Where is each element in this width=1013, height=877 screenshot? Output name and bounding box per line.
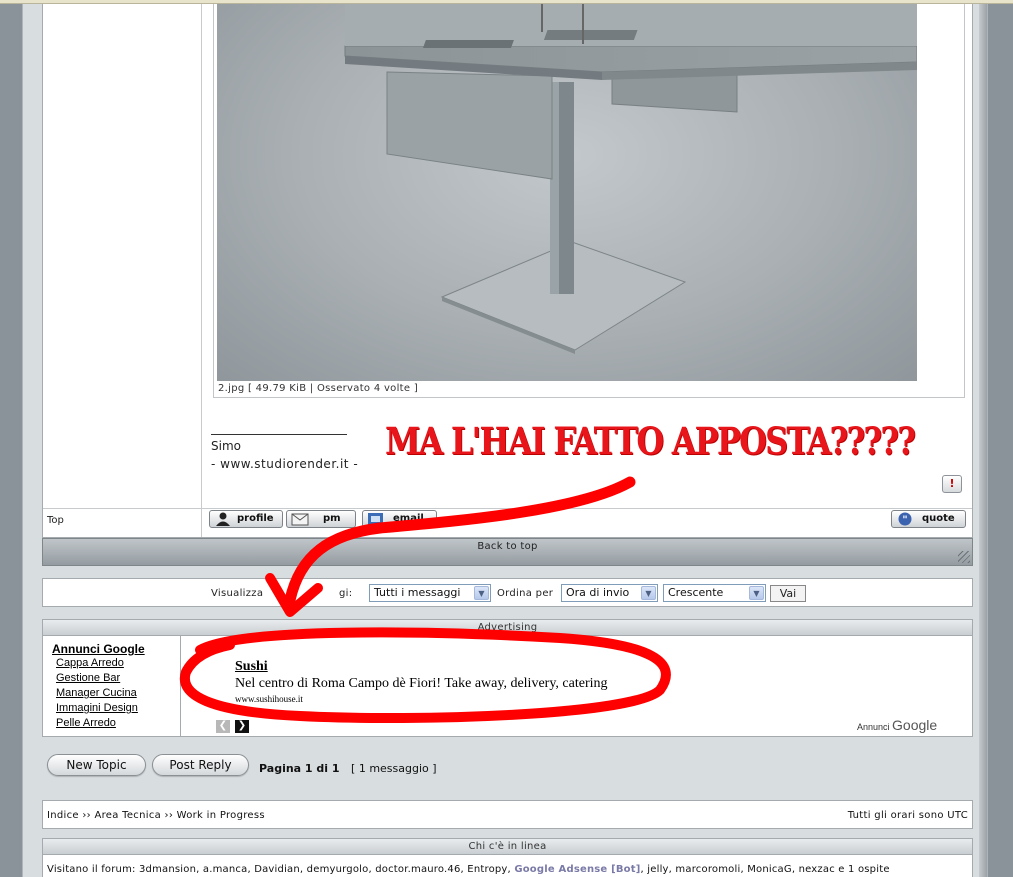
advertising-panel: Advertising Annunci Google Cappa Arredo … xyxy=(42,619,973,737)
ad-link[interactable]: Immagini Design xyxy=(56,701,180,716)
sort-options-bar: Visualizza gi: Tutti i messaggi ▼ Ordina… xyxy=(42,578,973,607)
post-reply-button[interactable]: Post Reply xyxy=(152,754,249,776)
order-select-value: Ora di invio xyxy=(566,586,630,599)
report-post-button[interactable]: ! xyxy=(942,475,962,493)
back-to-top-link[interactable]: Back to top xyxy=(477,541,537,552)
ad-link[interactable]: Gestione Bar xyxy=(56,671,180,686)
pm-button-label: pm xyxy=(323,513,341,524)
annotation-text: MA L'HAI FATTO APPOSTA????? xyxy=(385,419,916,463)
breadcrumb-item-index[interactable]: Indice xyxy=(47,810,79,821)
advertising-header: Advertising xyxy=(43,620,972,636)
order-select[interactable]: Ora di invio ▼ xyxy=(561,584,658,602)
ad-description: Nel centro di Roma Campo dè Fiori! Take … xyxy=(235,676,608,691)
user-icon xyxy=(216,512,230,526)
ad-brand-prefix: Annunci xyxy=(857,722,890,732)
ad-title-link[interactable]: Sushi xyxy=(235,659,268,675)
attached-render-image[interactable] xyxy=(217,4,917,381)
page-shadow xyxy=(979,4,987,877)
back-to-top-bar: Back to top xyxy=(42,538,973,566)
signature-name: Simo xyxy=(211,439,241,453)
svg-text:": " xyxy=(902,515,907,526)
ad-links-title[interactable]: Annunci Google xyxy=(52,642,180,656)
profile-button-label: profile xyxy=(237,513,274,524)
quote-icon: " xyxy=(898,512,912,526)
top-link[interactable]: Top xyxy=(47,515,64,526)
profile-button[interactable]: profile xyxy=(209,510,283,528)
email-button-label: email xyxy=(393,513,424,524)
signature-rule xyxy=(211,434,347,435)
direction-select[interactable]: Crescente ▼ xyxy=(663,584,766,602)
online-users-list: Visitano il forum: 3dmansion, a.manca, D… xyxy=(47,864,890,875)
ad-link[interactable]: Manager Cucina xyxy=(56,686,180,701)
ad-link[interactable]: Cappa Arredo xyxy=(56,656,180,671)
signature-website: - www.studiorender.it - xyxy=(211,457,359,471)
quote-button[interactable]: " quote xyxy=(891,510,966,528)
post-footer-divider xyxy=(43,508,972,509)
chevron-down-icon: ▼ xyxy=(641,586,656,600)
ad-brand-name: Google xyxy=(892,717,938,733)
direction-select-value: Crescente xyxy=(668,586,724,599)
breadcrumb-separator: ›› xyxy=(82,810,91,821)
breadcrumb-bar: Indice ›› Area Tecnica ›› Work in Progre… xyxy=(42,800,973,829)
email-button[interactable]: email xyxy=(362,510,437,528)
online-users-prefix: Visitano il forum: 3dmansion, a.manca, D… xyxy=(47,864,511,875)
breadcrumb-separator: ›› xyxy=(164,810,174,821)
breadcrumb: Indice ›› Area Tecnica ›› Work in Progre… xyxy=(47,810,265,821)
who-is-online-panel: Chi c'è in linea Visitano il forum: 3dma… xyxy=(42,838,973,877)
chevron-down-icon: ▼ xyxy=(749,586,764,600)
ad-link[interactable]: Pelle Arredo xyxy=(56,716,180,731)
ad-url[interactable]: www.sushihouse.it xyxy=(235,694,303,704)
display-select-value: Tutti i messaggi xyxy=(374,586,461,599)
chevron-right-icon: ❯ xyxy=(237,720,247,731)
page-info: Pagina 1 di 1 xyxy=(259,762,340,775)
timezone-info: Tutti gli orari sono UTC xyxy=(847,810,968,821)
breadcrumb-item-work-in-progress[interactable]: Work in Progress xyxy=(177,810,265,821)
ad-prev-button[interactable]: ❮ xyxy=(216,720,230,733)
go-button[interactable]: Vai xyxy=(770,585,806,602)
display-label-tail: gi: xyxy=(339,588,353,599)
ad-next-button[interactable]: ❯ xyxy=(235,720,249,733)
new-topic-button[interactable]: New Topic xyxy=(47,754,146,776)
online-bot-user[interactable]: Google Adsense [Bot] xyxy=(514,864,640,875)
message-count: [ 1 messaggio ] xyxy=(351,762,437,775)
attachment-caption: 2.jpg [ 49.79 KiB | Osservato 4 volte ] xyxy=(218,383,419,394)
attachment-box: 2.jpg [ 49.79 KiB | Osservato 4 volte ] xyxy=(213,4,965,398)
post-author-column xyxy=(43,4,202,537)
email-icon xyxy=(368,513,383,525)
display-label: Visualizza xyxy=(211,588,264,599)
online-users-suffix: , jelly, marcoromoli, MonicaG, nexzac e … xyxy=(640,864,890,875)
ad-links-column: Annunci Google Cappa Arredo Gestione Bar… xyxy=(43,636,181,736)
display-select[interactable]: Tutti i messaggi ▼ xyxy=(369,584,491,602)
order-label: Ordina per xyxy=(497,588,554,599)
pagination: Pagina 1 di 1 [ 1 messaggio ] xyxy=(259,762,437,775)
quote-button-label: quote xyxy=(922,513,955,524)
private-message-icon xyxy=(291,513,309,526)
ad-network-brand[interactable]: Annunci Google xyxy=(857,717,937,733)
resize-grip-icon xyxy=(958,551,970,563)
pm-button[interactable]: pm xyxy=(286,510,356,528)
chevron-left-icon: ❮ xyxy=(218,720,228,731)
table-render-graphic xyxy=(344,4,917,354)
who-is-online-header: Chi c'è in linea xyxy=(43,839,972,855)
breadcrumb-item-area-tecnica[interactable]: Area Tecnica xyxy=(94,810,161,821)
chevron-down-icon: ▼ xyxy=(474,586,489,600)
